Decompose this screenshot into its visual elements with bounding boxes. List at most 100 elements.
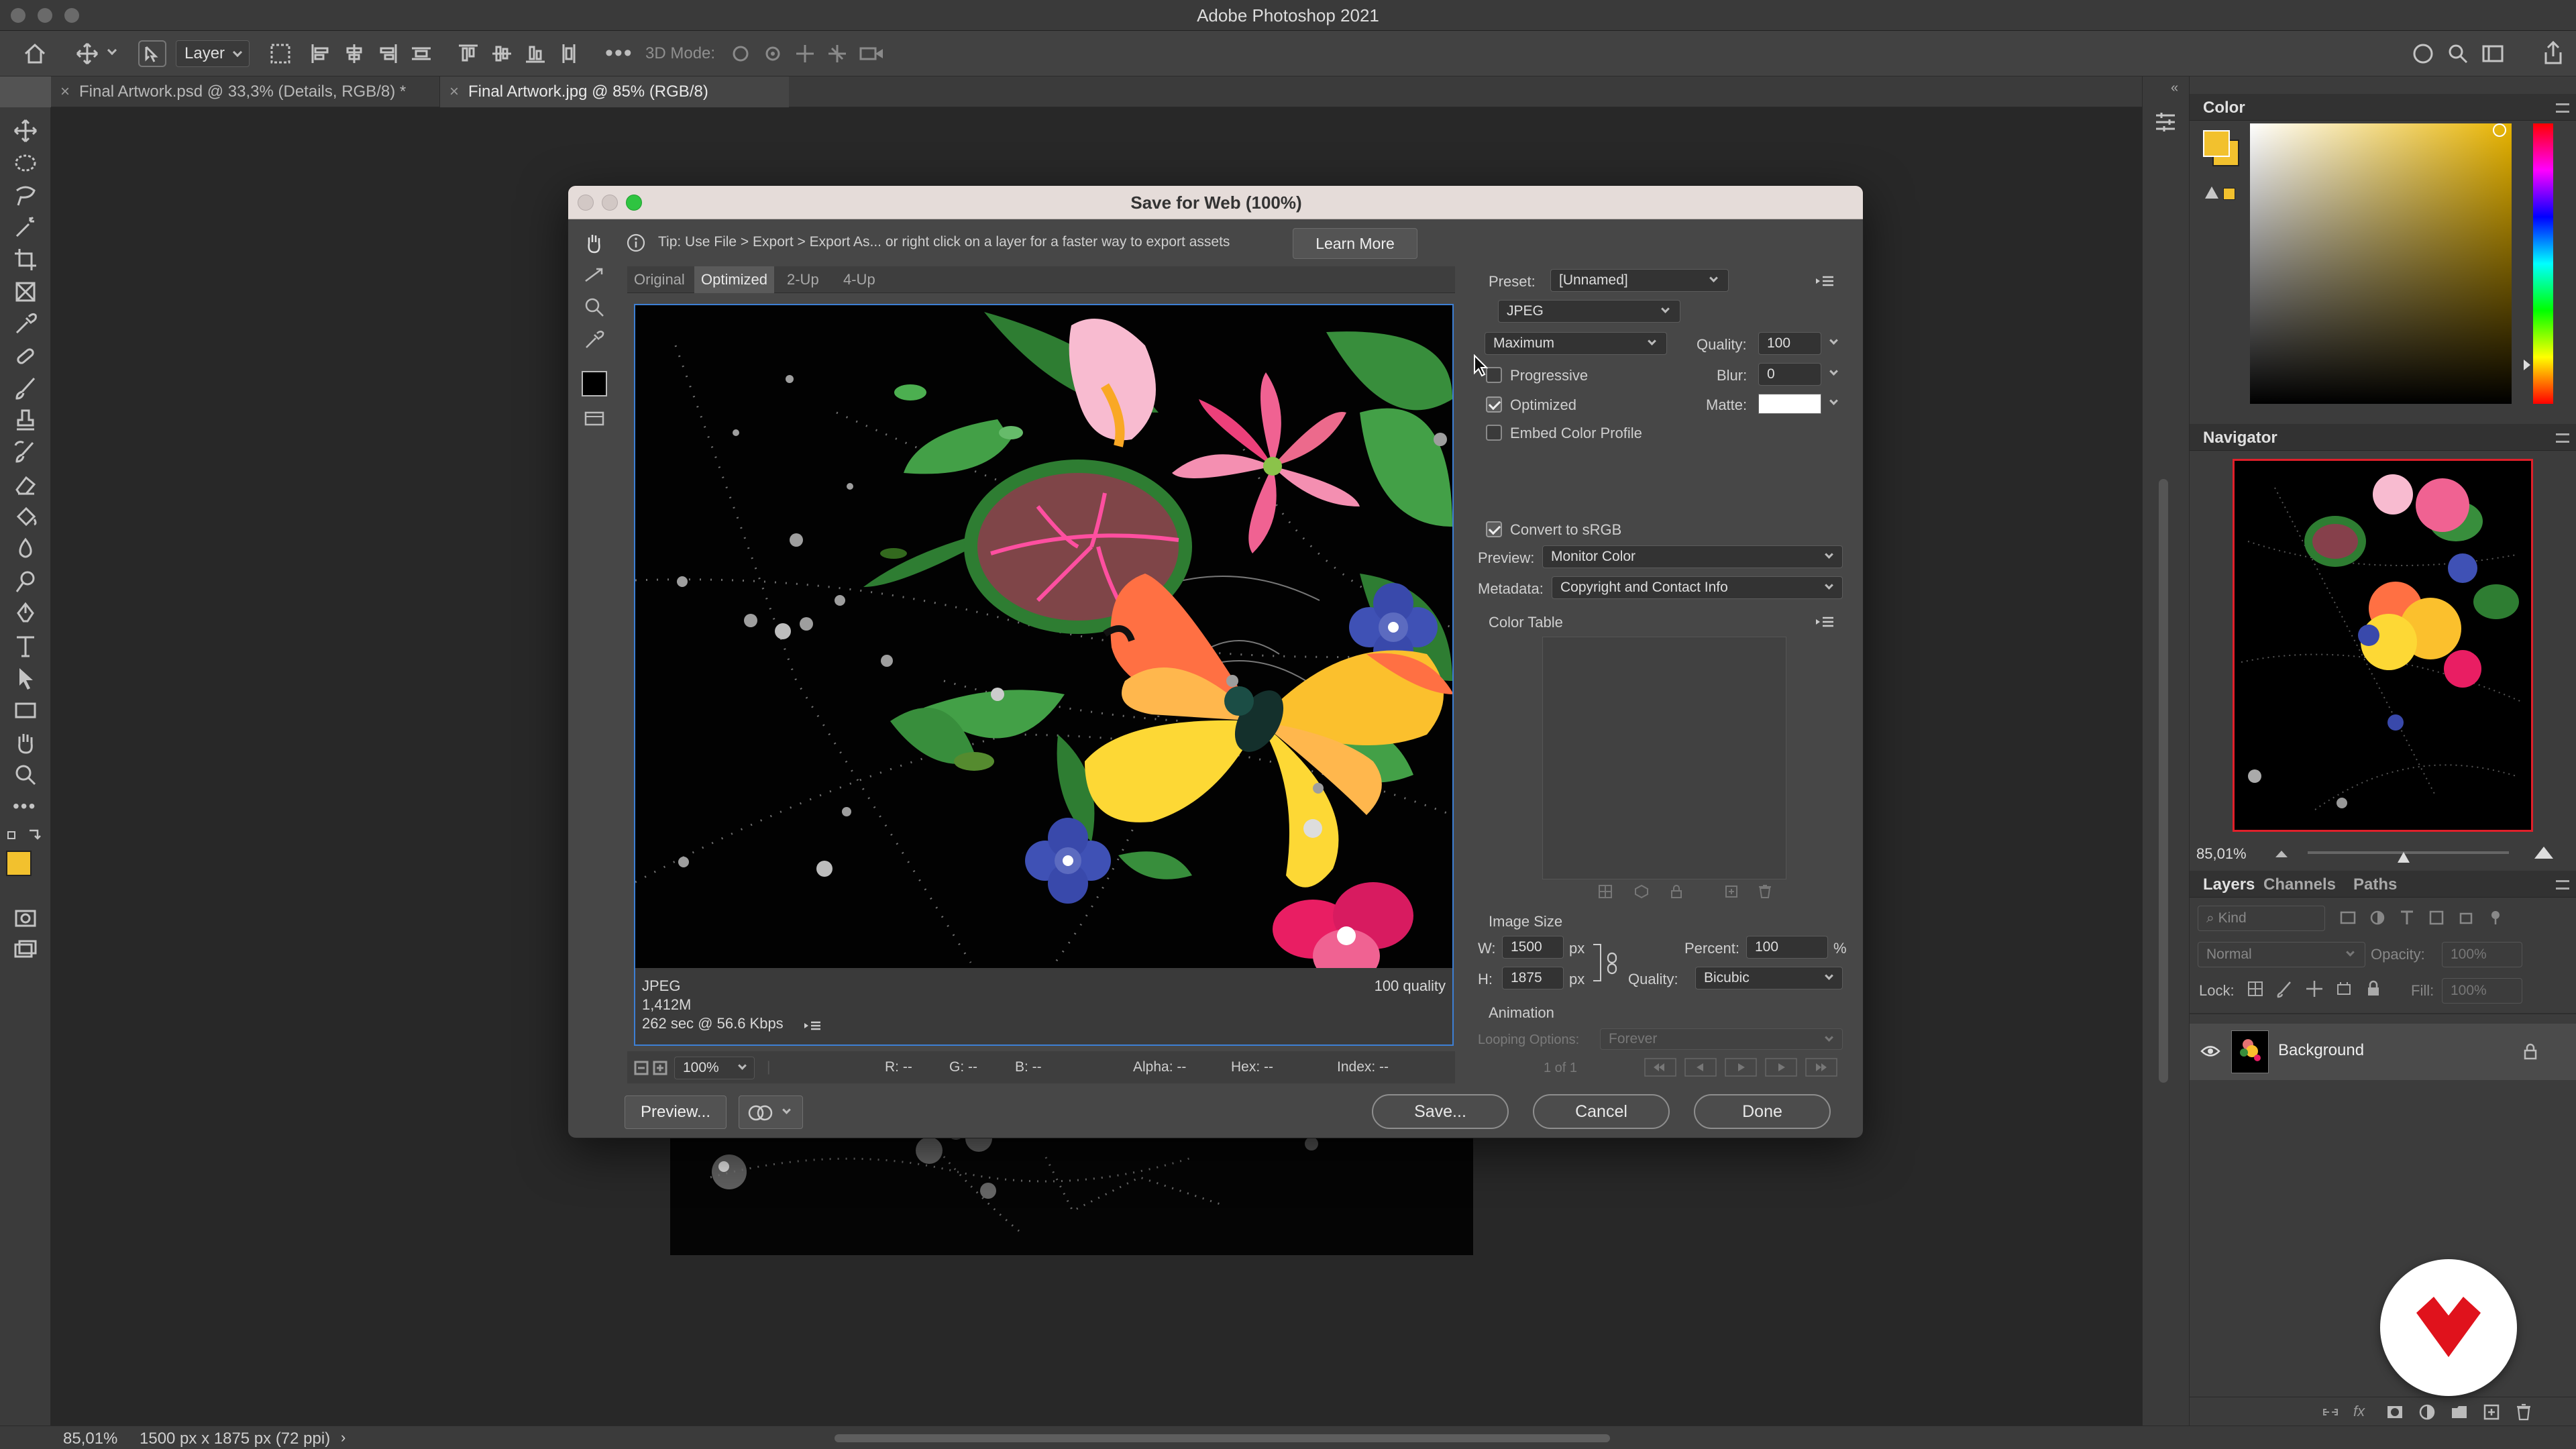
- lock-color-icon[interactable]: [1668, 883, 1684, 900]
- layer-effects-icon[interactable]: fx: [2353, 1403, 2365, 1420]
- marquee-tool-icon[interactable]: [13, 150, 38, 176]
- screen-mode-icon[interactable]: [13, 938, 38, 963]
- tab-2-up[interactable]: 2-Up: [787, 266, 819, 293]
- first-frame-icon[interactable]: [1644, 1058, 1676, 1077]
- panel-menu-icon[interactable]: [2556, 103, 2569, 113]
- adjustments-panel-icon[interactable]: [2152, 109, 2179, 136]
- chevron-down-icon[interactable]: [107, 45, 117, 56]
- web-shift-icon[interactable]: [1633, 883, 1650, 900]
- zoom-tool-icon[interactable]: [13, 762, 38, 788]
- cloud-documents-icon[interactable]: [2411, 42, 2435, 66]
- next-frame-icon[interactable]: [1765, 1058, 1797, 1077]
- navigator-zoom-value[interactable]: 85,01%: [2196, 845, 2247, 863]
- layer-filter-kind-dropdown[interactable]: ⌕ Kind: [2198, 906, 2325, 931]
- zoom-out-icon[interactable]: [634, 1061, 649, 1075]
- quick-mask-icon[interactable]: [13, 906, 38, 931]
- percent-input[interactable]: 100: [1746, 936, 1828, 959]
- auto-select-toggle[interactable]: [138, 40, 166, 67]
- preset-dropdown[interactable]: [Unnamed]: [1550, 269, 1729, 292]
- web-safe-color-swatch[interactable]: [2223, 188, 2235, 200]
- optimized-checkbox[interactable]: [1486, 396, 1502, 413]
- path-selection-tool-icon[interactable]: [13, 665, 38, 691]
- status-menu-arrow-icon[interactable]: ›: [341, 1429, 345, 1446]
- adjustment-layer-icon[interactable]: [2418, 1403, 2436, 1421]
- 3d-orbit-icon[interactable]: [730, 43, 751, 64]
- edit-toolbar-icon[interactable]: •••: [13, 796, 36, 817]
- cancel-button[interactable]: Cancel: [1533, 1094, 1670, 1129]
- healing-brush-tool-icon[interactable]: [13, 343, 38, 369]
- new-layer-icon[interactable]: [2482, 1403, 2501, 1421]
- resample-quality-dropdown[interactable]: Bicubic: [1695, 967, 1843, 989]
- width-input[interactable]: 1500: [1502, 936, 1564, 959]
- align-middle-icon[interactable]: [490, 42, 514, 66]
- more-options-icon[interactable]: •••: [605, 40, 633, 66]
- panel-menu-icon[interactable]: [2556, 880, 2569, 890]
- metadata-dropdown[interactable]: Copyright and Contact Info: [1552, 576, 1843, 599]
- color-table-area[interactable]: [1542, 637, 1786, 879]
- hand-tool-icon[interactable]: [583, 231, 606, 254]
- align-top-icon[interactable]: [456, 42, 480, 66]
- align-left-icon[interactable]: [309, 42, 333, 66]
- filter-smart-object-icon[interactable]: [2457, 908, 2475, 927]
- opacity-input[interactable]: 100%: [2442, 942, 2522, 967]
- history-brush-tool-icon[interactable]: [13, 440, 38, 466]
- matte-color-swatch[interactable]: [1758, 394, 1821, 414]
- paint-bucket-tool-icon[interactable]: [13, 504, 38, 530]
- blur-slider-chevron-icon[interactable]: [1829, 367, 1838, 376]
- blur-tool-icon[interactable]: [13, 537, 38, 562]
- frame-tool-icon[interactable]: [13, 279, 38, 305]
- lock-transparent-pixels-icon[interactable]: [2246, 979, 2265, 998]
- foreground-color-swatch[interactable]: [6, 851, 32, 876]
- delete-layer-icon[interactable]: [2514, 1403, 2533, 1421]
- auto-select-target-dropdown[interactable]: Layer: [176, 40, 250, 67]
- lock-artboard-icon[interactable]: [2334, 979, 2353, 998]
- clone-stamp-tool-icon[interactable]: [13, 408, 38, 433]
- filter-toggle-icon[interactable]: [2486, 908, 2505, 927]
- color-table-menu-icon[interactable]: [1815, 615, 1835, 629]
- map-to-transparent-icon[interactable]: [1597, 883, 1613, 900]
- hue-slider-handle-icon[interactable]: [2524, 360, 2530, 370]
- search-icon[interactable]: [2446, 42, 2470, 66]
- vertical-scrollbar[interactable]: [2159, 479, 2168, 1083]
- tab-layers[interactable]: Layers: [2203, 875, 2255, 894]
- color-picker-handle[interactable]: [2493, 123, 2506, 137]
- layer-lock-icon[interactable]: [2522, 1042, 2538, 1061]
- move-tool-icon[interactable]: [75, 42, 99, 66]
- lock-all-icon[interactable]: [2364, 979, 2383, 998]
- share-icon[interactable]: [2541, 40, 2565, 66]
- filter-adjustment-icon[interactable]: [2368, 908, 2387, 927]
- filter-type-icon[interactable]: [2398, 908, 2416, 927]
- eraser-tool-icon[interactable]: [13, 472, 38, 498]
- pen-tool-icon[interactable]: [13, 601, 38, 627]
- zoom-tool-icon[interactable]: [583, 296, 606, 319]
- type-tool-icon[interactable]: [13, 633, 38, 659]
- dodge-tool-icon[interactable]: [13, 569, 38, 594]
- compression-quality-dropdown[interactable]: Maximum: [1485, 332, 1667, 355]
- move-tool-icon[interactable]: [13, 118, 38, 144]
- panel-menu-icon[interactable]: [2556, 433, 2569, 443]
- document-tab-jpg[interactable]: × Final Artwork.jpg @ 85% (RGB/8): [440, 76, 789, 107]
- zoom-in-icon[interactable]: [653, 1061, 667, 1075]
- progressive-checkbox[interactable]: [1486, 367, 1502, 383]
- filter-shape-icon[interactable]: [2427, 908, 2446, 927]
- preview-in-browser-button[interactable]: Preview...: [625, 1095, 727, 1129]
- previous-frame-icon[interactable]: [1684, 1058, 1717, 1077]
- toggle-slices-icon[interactable]: [583, 407, 606, 430]
- zoom-in-mountain-icon[interactable]: [2533, 844, 2555, 860]
- delete-color-icon[interactable]: [1757, 883, 1773, 900]
- quality-slider-chevron-icon[interactable]: [1829, 336, 1838, 345]
- save-button[interactable]: Save...: [1372, 1094, 1509, 1129]
- zoom-out-mountain-icon[interactable]: [2274, 848, 2289, 859]
- matte-chevron-icon[interactable]: [1829, 396, 1838, 405]
- done-button[interactable]: Done: [1694, 1094, 1831, 1129]
- 3d-pan-icon[interactable]: [794, 43, 816, 64]
- tab-channels[interactable]: Channels: [2263, 875, 2336, 894]
- lock-position-icon[interactable]: [2305, 979, 2324, 998]
- 3d-slide-icon[interactable]: [826, 43, 848, 64]
- file-format-dropdown[interactable]: JPEG: [1498, 300, 1680, 323]
- new-group-icon[interactable]: [2450, 1403, 2469, 1421]
- slice-select-tool-icon[interactable]: [583, 264, 606, 286]
- preview-color-dropdown[interactable]: Monitor Color: [1542, 545, 1843, 568]
- embed-color-profile-checkbox[interactable]: [1486, 425, 1502, 441]
- align-bottom-icon[interactable]: [523, 42, 547, 66]
